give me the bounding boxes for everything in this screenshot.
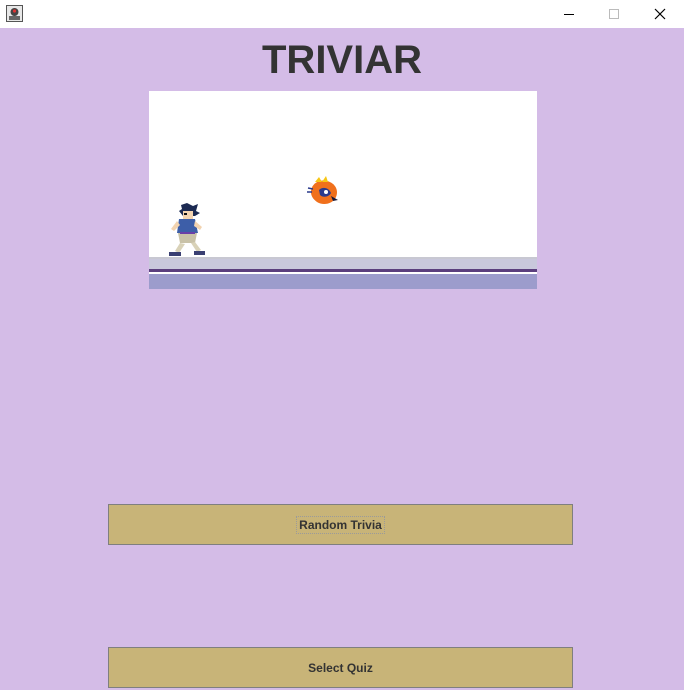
random-trivia-label: Random Trivia (296, 515, 385, 534)
enemy-character (305, 176, 341, 208)
random-trivia-button[interactable]: Random Trivia (108, 504, 573, 545)
maximize-icon (609, 9, 619, 19)
app-title: TRIVIAR (262, 38, 422, 82)
close-icon (654, 8, 666, 20)
floor-divider (149, 269, 537, 272)
floor-strip (149, 259, 537, 269)
select-quiz-button[interactable]: Select Quiz (108, 647, 573, 688)
minimize-button[interactable] (546, 0, 592, 28)
maximize-button[interactable] (591, 0, 637, 28)
close-button[interactable] (637, 0, 683, 28)
app-icon (6, 5, 23, 22)
minimize-icon (564, 14, 574, 15)
game-canvas (149, 91, 537, 289)
select-quiz-label: Select Quiz (308, 660, 373, 675)
window-titlebar (0, 0, 684, 28)
player-character (167, 203, 207, 257)
floor-base (149, 274, 537, 289)
